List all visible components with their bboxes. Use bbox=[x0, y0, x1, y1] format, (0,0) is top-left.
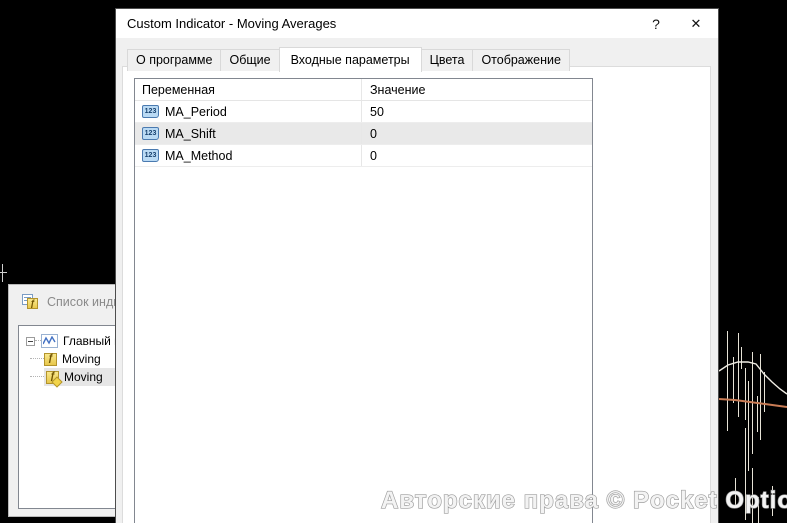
custom-indicator-function-icon: ƒ bbox=[46, 371, 59, 384]
dialog-title: Custom Indicator - Moving Averages bbox=[116, 16, 636, 31]
dialog-titlebar[interactable]: Custom Indicator - Moving Averages ? ✕ bbox=[116, 9, 718, 38]
tree-item-label: Главный п bbox=[63, 334, 121, 348]
indicator-list-icon: ƒ bbox=[22, 294, 40, 310]
parameters-table[interactable]: Переменная Значение 123 MA_Period 50 123… bbox=[134, 78, 593, 523]
table-header-row: Переменная Значение bbox=[135, 79, 592, 101]
tab-common[interactable]: Общие bbox=[220, 49, 279, 71]
column-header-value[interactable]: Значение bbox=[362, 79, 592, 100]
tab-colors[interactable]: Цвета bbox=[421, 49, 474, 71]
integer-parameter-icon: 123 bbox=[142, 105, 159, 118]
parameter-name: MA_Period bbox=[165, 105, 227, 119]
parameter-value[interactable]: 50 bbox=[362, 101, 592, 122]
dialog-tabs: О программе Общие Входные параметры Цвет… bbox=[127, 46, 569, 71]
tab-about[interactable]: О программе bbox=[127, 49, 221, 71]
integer-parameter-icon: 123 bbox=[142, 149, 159, 162]
parameter-value[interactable]: 0 bbox=[362, 145, 592, 166]
custom-indicator-dialog: Custom Indicator - Moving Averages ? ✕ О… bbox=[115, 8, 719, 523]
parameter-name: MA_Shift bbox=[165, 127, 216, 141]
tree-collapse-icon[interactable] bbox=[26, 337, 35, 346]
chart-window-icon bbox=[41, 334, 58, 348]
table-row[interactable]: 123 MA_Period 50 bbox=[135, 101, 592, 123]
table-row[interactable]: 123 MA_Method 0 bbox=[135, 145, 592, 167]
inputs-tab-page: Переменная Значение 123 MA_Period 50 123… bbox=[122, 66, 711, 523]
tab-inputs[interactable]: Входные параметры bbox=[279, 47, 422, 72]
broker-watermark: Авторские права © Pocket Option bbox=[381, 487, 787, 515]
indicator-function-icon: ƒ bbox=[44, 353, 57, 366]
tab-visualization[interactable]: Отображение bbox=[472, 49, 569, 71]
tree-item-label: Moving bbox=[62, 352, 101, 366]
integer-parameter-icon: 123 bbox=[142, 127, 159, 140]
close-icon[interactable]: ✕ bbox=[676, 9, 716, 38]
help-button[interactable]: ? bbox=[636, 9, 676, 38]
tree-item-label: Moving bbox=[64, 370, 103, 384]
parameter-name: MA_Method bbox=[165, 149, 232, 163]
parameter-value[interactable]: 0 bbox=[362, 123, 592, 144]
column-header-variable[interactable]: Переменная bbox=[135, 79, 362, 100]
table-row-selected[interactable]: 123 MA_Shift 0 bbox=[135, 123, 592, 145]
